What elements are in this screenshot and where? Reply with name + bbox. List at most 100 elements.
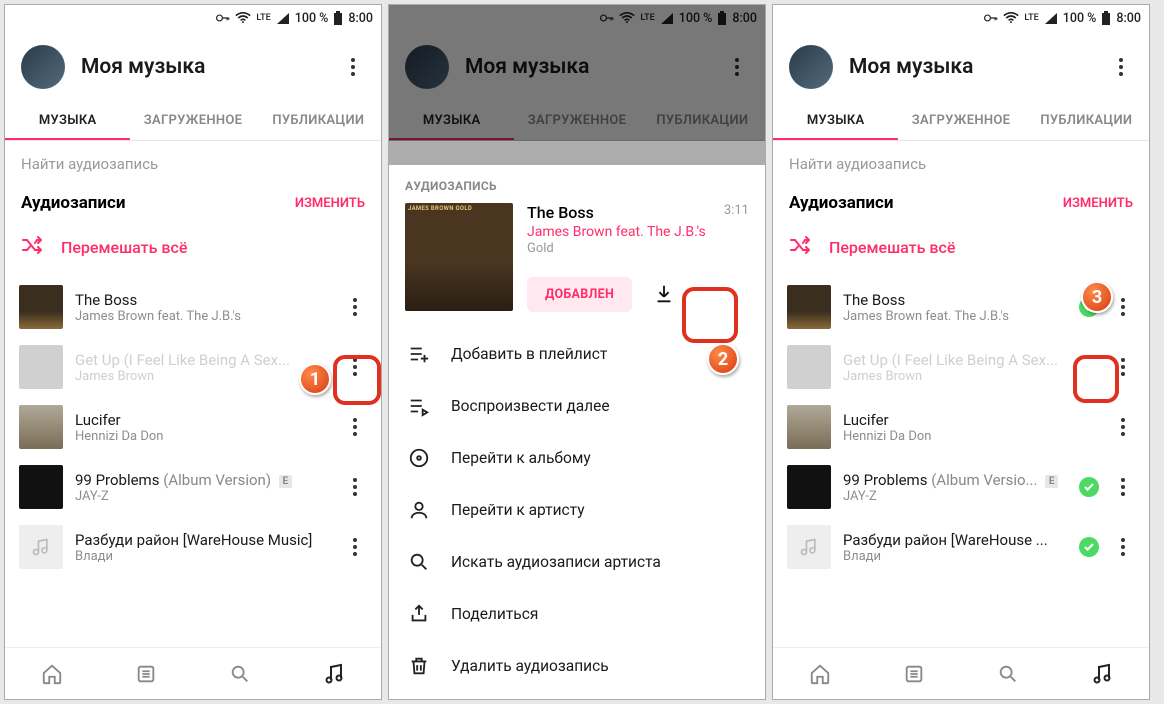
- track-more-icon[interactable]: [1111, 295, 1135, 319]
- nav-list[interactable]: [99, 648, 193, 699]
- track-row[interactable]: 99 Problems (Album Versio... EJAY-Z: [773, 457, 1149, 517]
- track-row[interactable]: Разбуди район [WareHouse Music]Влади: [5, 517, 381, 577]
- phone-screen-3: LTE 100 % 8:00 Моя музыка МУЗЫКА ЗАГРУЖЕ…: [772, 4, 1150, 700]
- menu-go-to-album[interactable]: Перейти к альбому: [389, 432, 765, 484]
- tab-music[interactable]: МУЗЫКА: [773, 101, 898, 140]
- wifi-icon: [619, 12, 635, 24]
- sheet-track-title: The Boss: [527, 203, 724, 222]
- nav-music[interactable]: [1055, 648, 1149, 699]
- shuffle-all-button[interactable]: Перемешать всё: [5, 223, 381, 277]
- album-art: [19, 285, 63, 329]
- menu-share[interactable]: Поделиться: [389, 588, 765, 640]
- tab-downloaded[interactable]: ЗАГРУЖЕННОЕ: [130, 101, 255, 140]
- album-art: [787, 465, 831, 509]
- signal-icon: [1044, 12, 1058, 24]
- added-button[interactable]: ДОБАВЛЕН: [527, 277, 632, 312]
- album-cover: [405, 203, 513, 311]
- clock: 8:00: [348, 11, 373, 26]
- menu-search-artist-tracks[interactable]: Искать аудиозаписи артиста: [389, 536, 765, 588]
- track-more-icon[interactable]: [1111, 355, 1135, 379]
- more-icon[interactable]: [725, 55, 749, 79]
- annotation-badge: 3: [1081, 281, 1113, 313]
- track-more-icon[interactable]: [343, 535, 367, 559]
- nav-search[interactable]: [961, 648, 1055, 699]
- track-more-icon[interactable]: [343, 295, 367, 319]
- network-label: LTE: [640, 14, 654, 22]
- tab-posts[interactable]: ПУБЛИКАЦИИ: [256, 101, 381, 140]
- more-icon[interactable]: [1109, 55, 1133, 79]
- tab-downloaded[interactable]: ЗАГРУЖЕННОЕ: [898, 101, 1023, 140]
- track-artist: Влади: [843, 549, 1067, 564]
- key-icon: [600, 13, 614, 23]
- album-icon: [407, 447, 431, 469]
- clock: 8:00: [1116, 11, 1141, 26]
- tab-music[interactable]: МУЗЫКА: [5, 101, 130, 140]
- sheet-track-header: The Boss 3:11 James Brown feat. The J.B.…: [389, 203, 765, 328]
- album-art: [787, 345, 831, 389]
- annotation-badge: 1: [299, 363, 331, 395]
- track-artist: JAY-Z: [843, 489, 1067, 504]
- page-title: Моя музыка: [465, 55, 709, 79]
- nav-list[interactable]: [867, 648, 961, 699]
- track-artist: JAY-Z: [75, 489, 331, 504]
- track-row[interactable]: The BossJames Brown feat. The J.B.'s: [5, 277, 381, 337]
- menu-play-next[interactable]: Воспроизвести далее: [389, 380, 765, 432]
- nav-home[interactable]: [773, 648, 867, 699]
- track-row[interactable]: Get Up (I Feel Like Being A Sex...James …: [773, 337, 1149, 397]
- edit-button[interactable]: ИЗМЕНИТЬ: [1063, 196, 1133, 211]
- tab-posts[interactable]: ПУБЛИКАЦИИ: [640, 101, 765, 140]
- nav-home[interactable]: [5, 648, 99, 699]
- tab-music[interactable]: МУЗЫКА: [389, 101, 514, 140]
- avatar[interactable]: [21, 45, 65, 89]
- key-icon: [216, 13, 230, 23]
- track-list: The BossJames Brown feat. The J.B.'s Get…: [5, 277, 381, 647]
- sheet-track-artist[interactable]: James Brown feat. The J.B.'s: [527, 224, 749, 240]
- nav-music[interactable]: [287, 648, 381, 699]
- track-artist: James Brown: [75, 369, 331, 384]
- track-more-icon[interactable]: [343, 355, 367, 379]
- download-button[interactable]: [644, 274, 684, 314]
- edit-button[interactable]: ИЗМЕНИТЬ: [295, 196, 365, 211]
- bottom-nav: [773, 647, 1149, 699]
- track-row[interactable]: LuciferHennizi Da Don: [5, 397, 381, 457]
- page-title: Моя музыка: [81, 55, 325, 79]
- track-artist: James Brown: [843, 369, 1099, 384]
- menu-go-to-artist[interactable]: Перейти к артисту: [389, 484, 765, 536]
- battery-icon: [717, 11, 727, 26]
- track-row[interactable]: LuciferHennizi Da Don: [773, 397, 1149, 457]
- shuffle-all-button[interactable]: Перемешать всё: [773, 223, 1149, 277]
- shuffle-label: Перемешать всё: [829, 238, 955, 257]
- track-more-icon[interactable]: [1111, 535, 1135, 559]
- track-title: 99 Problems (Album Version) E: [75, 471, 331, 489]
- track-artist: James Brown feat. The J.B.'s: [75, 309, 331, 324]
- search-icon: [407, 551, 431, 573]
- nav-search[interactable]: [193, 648, 287, 699]
- track-more-icon[interactable]: [1111, 415, 1135, 439]
- track-more-icon[interactable]: [343, 475, 367, 499]
- track-more-icon[interactable]: [1111, 475, 1135, 499]
- tab-downloaded[interactable]: ЗАГРУЖЕННОЕ: [514, 101, 639, 140]
- annotation-badge: 2: [707, 343, 739, 375]
- page-header: Моя музыка: [773, 31, 1149, 101]
- tab-posts[interactable]: ПУБЛИКАЦИИ: [1024, 101, 1149, 140]
- battery-icon: [333, 11, 343, 26]
- more-icon[interactable]: [341, 55, 365, 79]
- album-art: [19, 345, 63, 389]
- signal-icon: [660, 12, 674, 24]
- section-title: Аудиозаписи: [21, 193, 295, 213]
- track-more-icon[interactable]: [343, 415, 367, 439]
- track-title: Get Up (I Feel Like Being A Sex...: [75, 351, 331, 369]
- track-row[interactable]: 99 Problems (Album Version) EJAY-Z: [5, 457, 381, 517]
- track-title: 99 Problems (Album Versio... E: [843, 471, 1067, 489]
- section-header: Аудиозаписи ИЗМЕНИТЬ: [5, 187, 381, 223]
- avatar[interactable]: [789, 45, 833, 89]
- track-title: Разбуди район [WareHouse Music]: [75, 531, 331, 549]
- playlist-add-icon: [407, 343, 431, 365]
- track-row[interactable]: Разбуди район [WareHouse ...Влади: [773, 517, 1149, 577]
- menu-delete-track[interactable]: Удалить аудиозапись: [389, 640, 765, 692]
- avatar[interactable]: [405, 45, 449, 89]
- track-artist: James Brown feat. The J.B.'s: [843, 309, 1067, 324]
- search-input[interactable]: Найти аудиозапись: [773, 141, 1149, 187]
- search-input[interactable]: Найти аудиозапись: [5, 141, 381, 187]
- status-bar: LTE 100 % 8:00: [389, 5, 765, 31]
